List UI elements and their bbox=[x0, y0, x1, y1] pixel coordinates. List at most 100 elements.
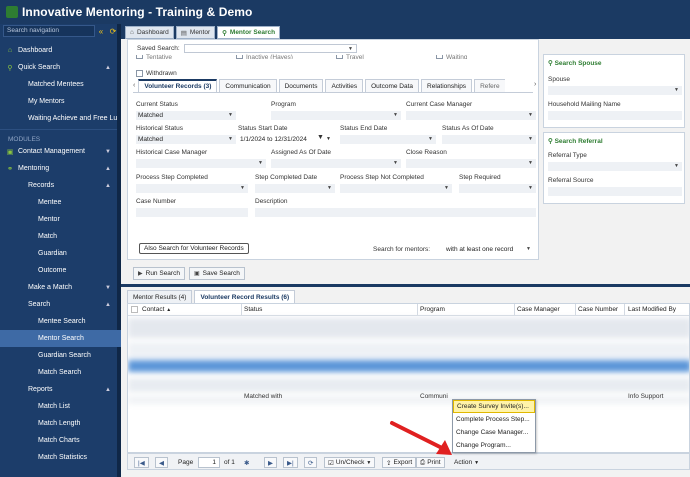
tab-mentor[interactable]: ▤ Mentor bbox=[175, 26, 216, 39]
last-page-button[interactable]: ▶| bbox=[283, 457, 298, 468]
export-button[interactable]: ⇪ Export bbox=[382, 457, 417, 468]
tab-volunteer-record-results[interactable]: Volunteer Record Results (6) bbox=[194, 290, 296, 303]
sidebar-item-quick-search[interactable]: ⚲ Quick Search ▲ bbox=[0, 59, 121, 76]
column-case-manager[interactable]: Case Manager bbox=[517, 306, 560, 313]
page-number-input[interactable]: 1 bbox=[198, 457, 220, 468]
action-button[interactable]: Action ▼ bbox=[451, 457, 482, 468]
program-select[interactable]: ▼ bbox=[271, 111, 401, 120]
sidebar-item-records[interactable]: Records ▲ bbox=[0, 177, 121, 194]
chevron-right-icon[interactable]: › bbox=[534, 81, 536, 88]
tab-outcome-data[interactable]: Outcome Data bbox=[365, 79, 420, 92]
tab-mentor-search[interactable]: ⚲ Mentor Search bbox=[217, 26, 281, 39]
status-end-date-select[interactable]: ▼ bbox=[340, 135, 436, 144]
column-status[interactable]: Status bbox=[244, 306, 262, 313]
run-search-button[interactable]: ▶ Run Search bbox=[133, 267, 185, 280]
case-number-input[interactable] bbox=[136, 208, 248, 217]
checkbox-withdrawn[interactable] bbox=[136, 70, 143, 77]
panel-splitter[interactable] bbox=[121, 284, 690, 287]
filter-icon[interactable]: ▼ bbox=[317, 134, 324, 141]
column-last-modified-by[interactable]: Last Modified By bbox=[628, 306, 676, 313]
saved-search-select[interactable]: ▼ bbox=[184, 44, 357, 53]
tab-documents[interactable]: Documents bbox=[278, 79, 324, 92]
referral-type-select[interactable]: ▼ bbox=[548, 162, 682, 171]
column-contact[interactable]: Contact ▲ bbox=[142, 306, 171, 313]
historical-case-manager-select[interactable]: ▼ bbox=[136, 159, 266, 168]
table-row[interactable] bbox=[128, 396, 689, 404]
tab-volunteer-records[interactable]: Volunteer Records (3) bbox=[138, 79, 218, 92]
description-input[interactable] bbox=[255, 208, 536, 217]
column-divider bbox=[417, 304, 418, 316]
status-as-of-date-select[interactable]: ▼ bbox=[442, 135, 536, 144]
sidebar-item-mentoring[interactable]: ⚭ Mentoring ▲ bbox=[0, 160, 121, 177]
table-row[interactable] bbox=[128, 342, 689, 358]
table-row[interactable] bbox=[128, 318, 689, 338]
sidebar-item-match-list[interactable]: Match List bbox=[0, 398, 121, 415]
process-step-completed-select[interactable]: ▼ bbox=[136, 184, 248, 193]
chevron-left-icon[interactable]: ‹ bbox=[133, 82, 135, 89]
next-page-arrow-button[interactable]: ▶ bbox=[264, 457, 277, 468]
sidebar-item-match[interactable]: Match bbox=[0, 228, 121, 245]
also-search-volunteer-records-button[interactable]: Also Search for Volunteer Records bbox=[139, 243, 249, 254]
chevron-down-icon[interactable]: ▼ bbox=[326, 136, 331, 142]
sidebar-item-matched-mentees[interactable]: Matched Mentees bbox=[0, 76, 121, 93]
sidebar-item-mentor[interactable]: Mentor bbox=[0, 211, 121, 228]
sidebar-item-guardian[interactable]: Guardian bbox=[0, 245, 121, 262]
referral-source-input[interactable] bbox=[548, 187, 682, 196]
sidebar-item-reports[interactable]: Reports ▲ bbox=[0, 381, 121, 398]
assigned-as-of-date-select[interactable]: ▼ bbox=[271, 159, 401, 168]
tab-mentor-results[interactable]: Mentor Results (4) bbox=[127, 290, 193, 303]
sidebar-item-waiting[interactable]: Waiting Achieve and Free Lu bbox=[0, 110, 121, 127]
sidebar-item-mentee[interactable]: Mentee bbox=[0, 194, 121, 211]
sidebar-item-match-length[interactable]: Match Length bbox=[0, 415, 121, 432]
print-button[interactable]: ⎙ Print bbox=[416, 457, 445, 468]
tab-relationships[interactable]: Relationships bbox=[421, 79, 473, 92]
current-case-manager-select[interactable]: ▼ bbox=[406, 111, 536, 120]
sidebar-item-make-a-match[interactable]: Make a Match ▼ bbox=[0, 279, 121, 296]
tab-communication[interactable]: Communication bbox=[219, 79, 277, 92]
spouse-select[interactable]: ▼ bbox=[548, 86, 682, 95]
step-completed-date-select[interactable]: ▼ bbox=[255, 184, 335, 193]
sidebar-item-guardian-search[interactable]: Guardian Search bbox=[0, 347, 121, 364]
previous-page-button[interactable]: ◀ bbox=[155, 457, 168, 468]
menu-item-change-case-manager[interactable]: Change Case Manager... bbox=[453, 426, 535, 439]
refresh-button[interactable]: ⟳ bbox=[304, 457, 318, 468]
navigation-search-input[interactable]: Search navigation bbox=[3, 25, 95, 37]
step-required-select[interactable]: ▼ bbox=[459, 184, 536, 193]
household-mailing-name-input[interactable] bbox=[548, 111, 682, 120]
tab-dashboard[interactable]: ⌂ Dashboard bbox=[125, 26, 174, 39]
menu-item-complete-process-step[interactable]: Complete Process Step... bbox=[453, 413, 535, 426]
sidebar-item-dashboard[interactable]: ⌂ Dashboard bbox=[0, 42, 121, 59]
next-page-button[interactable]: ✱ bbox=[241, 457, 252, 468]
menu-item-create-survey-invites[interactable]: Create Survey Invite(s)... bbox=[453, 400, 535, 413]
checkbox-waiting[interactable] bbox=[436, 55, 443, 59]
sidebar-item-match-charts[interactable]: Match Charts bbox=[0, 432, 121, 449]
uncheck-button[interactable]: ☑ Un/Check ▼ bbox=[324, 457, 376, 468]
close-reason-select[interactable]: ▼ bbox=[406, 159, 536, 168]
checkbox-inactive[interactable] bbox=[236, 55, 243, 59]
sidebar-item-contact-management[interactable]: ▣ Contact Management ▼ bbox=[0, 143, 121, 160]
table-row[interactable] bbox=[128, 360, 689, 372]
process-step-not-completed-select[interactable]: ▼ bbox=[340, 184, 452, 193]
checkbox-travel[interactable] bbox=[336, 55, 343, 59]
current-status-select[interactable]: Matched ▼ bbox=[136, 111, 236, 120]
checkbox-tentative[interactable] bbox=[136, 55, 143, 59]
first-page-button[interactable]: |◀ bbox=[134, 457, 149, 468]
collapse-sidebar-icon[interactable]: « bbox=[95, 27, 107, 36]
sidebar-item-mentee-search[interactable]: Mentee Search bbox=[0, 313, 121, 330]
column-program[interactable]: Program bbox=[420, 306, 445, 313]
search-for-mentors-select[interactable]: with at least one record ▼ bbox=[444, 245, 534, 254]
save-search-button[interactable]: ▣ Save Search bbox=[189, 267, 245, 280]
sidebar-item-search[interactable]: Search ▲ bbox=[0, 296, 121, 313]
sidebar-item-outcome[interactable]: Outcome bbox=[0, 262, 121, 279]
tab-activities[interactable]: Activities bbox=[325, 79, 364, 92]
column-case-number[interactable]: Case Number bbox=[578, 306, 618, 313]
tab-referrals[interactable]: Refere bbox=[474, 79, 505, 92]
historical-status-select[interactable]: Matched ▼ bbox=[136, 135, 236, 144]
table-row[interactable] bbox=[128, 378, 689, 392]
sidebar-item-mentor-search[interactable]: Mentor Search bbox=[0, 330, 121, 347]
sidebar-item-match-statistics[interactable]: Match Statistics bbox=[0, 449, 121, 466]
select-all-checkbox[interactable] bbox=[131, 306, 138, 313]
sidebar-item-match-search[interactable]: Match Search bbox=[0, 364, 121, 381]
menu-item-change-program[interactable]: Change Program... bbox=[453, 439, 535, 452]
sidebar-item-my-mentors[interactable]: My Mentors bbox=[0, 93, 121, 110]
